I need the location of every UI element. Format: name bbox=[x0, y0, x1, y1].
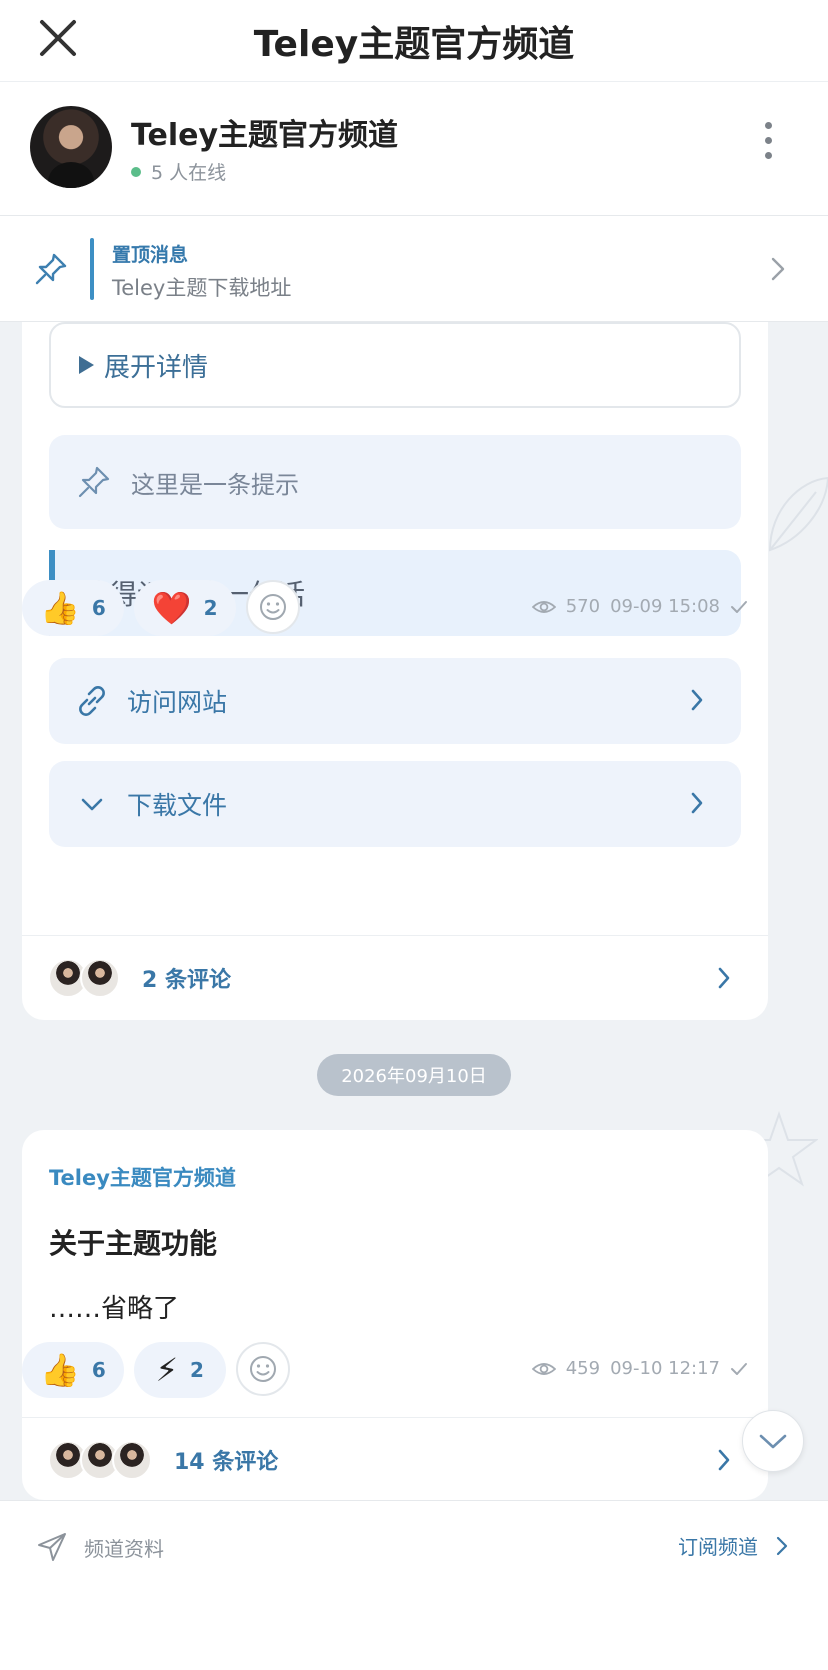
view-count: 570 bbox=[565, 596, 601, 617]
reaction-thumbs-up[interactable]: 👍 6 bbox=[22, 1342, 124, 1398]
reaction-count: 6 bbox=[91, 596, 106, 620]
message-body: ……省略了 bbox=[49, 1294, 180, 1324]
heart-icon: ❤️ bbox=[151, 589, 192, 627]
message-time: 09-09 15:08 bbox=[610, 596, 720, 617]
thumbs-up-icon: 👍 bbox=[40, 1351, 80, 1389]
message-card: 展开详情 这里是一条提示 值得记录的一句话 访问网站 下载文件 bbox=[22, 280, 768, 1020]
pin-icon bbox=[35, 253, 67, 285]
chevron-right-icon bbox=[691, 689, 703, 711]
visit-website-button[interactable]: 访问网站 bbox=[49, 658, 741, 744]
reaction-lightning[interactable]: ⚡ 2 bbox=[133, 1342, 226, 1398]
chevron-down-icon bbox=[759, 1434, 787, 1449]
view-count: 459 bbox=[565, 1358, 601, 1379]
expand-details-label: 展开详情 bbox=[104, 352, 209, 383]
comments-row[interactable]: 14 条评论 bbox=[22, 1418, 768, 1502]
chevron-right-icon bbox=[691, 792, 703, 814]
smiley-icon bbox=[249, 1356, 276, 1382]
tip-box: 这里是一条提示 bbox=[49, 435, 741, 529]
download-file-button[interactable]: 下载文件 bbox=[49, 761, 741, 847]
avatar bbox=[112, 1440, 152, 1480]
expand-details-button[interactable]: 展开详情 bbox=[49, 322, 741, 408]
thumbs-up-icon: 👍 bbox=[40, 589, 80, 627]
add-reaction-button[interactable] bbox=[235, 1342, 290, 1396]
background-leaf-icon bbox=[768, 476, 828, 552]
message-card: Teley主题官方频道 关于主题功能 ……省略了 14 条评论 bbox=[22, 1130, 768, 1500]
channel-avatar[interactable] bbox=[30, 106, 112, 188]
message-sender[interactable]: Teley主题官方频道 bbox=[49, 1162, 236, 1192]
reaction-count: 2 bbox=[203, 596, 218, 620]
online-status: 5 人在线 bbox=[131, 158, 226, 185]
page-title: Teley主题官方频道 bbox=[253, 23, 575, 65]
message-title: 关于主题功能 bbox=[49, 1227, 218, 1260]
channel-profile-button[interactable]: 频道资料 bbox=[36, 1531, 164, 1563]
pinned-text: Teley主题下载地址 bbox=[112, 276, 292, 300]
channel-profile-label: 频道资料 bbox=[84, 1536, 164, 1561]
link-icon bbox=[79, 686, 105, 716]
send-icon bbox=[38, 1533, 66, 1561]
subscribe-channel-button[interactable]: 订阅频道 bbox=[678, 1531, 788, 1560]
chevron-right-icon bbox=[718, 967, 730, 989]
message-time: 09-10 12:17 bbox=[610, 1358, 720, 1379]
online-dot-icon bbox=[131, 166, 141, 177]
commenter-avatars bbox=[48, 958, 120, 998]
download-file-label: 下载文件 bbox=[127, 791, 228, 820]
visit-website-label: 访问网站 bbox=[127, 688, 228, 717]
lightning-icon: ⚡ bbox=[155, 1351, 179, 1389]
chevron-right-icon bbox=[776, 1536, 788, 1555]
pinned-message-bar[interactable]: 置顶消息 Teley主题下载地址 bbox=[0, 216, 828, 322]
more-options-button[interactable] bbox=[758, 122, 778, 166]
avatar bbox=[80, 958, 120, 998]
tip-text: 这里是一条提示 bbox=[131, 470, 299, 499]
pinned-accent-bar bbox=[90, 238, 94, 300]
comments-row[interactable]: 2 条评论 bbox=[22, 936, 768, 1020]
online-count: 5 人在线 bbox=[151, 162, 227, 184]
pin-icon bbox=[78, 466, 110, 498]
reaction-heart[interactable]: ❤️ 2 bbox=[133, 580, 236, 636]
comments-count: 14 条评论 bbox=[174, 1450, 279, 1475]
check-icon bbox=[731, 1362, 747, 1375]
bottom-bar: 频道资料 订阅频道 bbox=[0, 1500, 828, 1670]
scroll-down-button[interactable] bbox=[742, 1410, 804, 1472]
top-bar: Teley主题官方频道 bbox=[0, 0, 828, 82]
message-meta: 459 09-10 12:17 bbox=[531, 1358, 748, 1379]
reaction-thumbs-up[interactable]: 👍 6 bbox=[22, 580, 124, 636]
eye-icon bbox=[531, 1362, 556, 1375]
add-reaction-button[interactable] bbox=[245, 580, 300, 634]
reactions-bar: 👍 6 ❤️ 2 bbox=[22, 580, 300, 636]
channel-name: Teley主题官方频道 bbox=[131, 118, 399, 153]
commenter-avatars bbox=[48, 1440, 152, 1480]
chevron-right-icon bbox=[771, 257, 785, 281]
date-separator: 2026年09月10日 bbox=[317, 1054, 511, 1096]
chevron-right-icon bbox=[718, 1449, 730, 1471]
subscribe-label: 订阅频道 bbox=[678, 1535, 758, 1559]
eye-icon bbox=[531, 600, 556, 613]
message-meta: 570 09-09 15:08 bbox=[531, 596, 748, 617]
check-icon bbox=[731, 600, 747, 613]
comments-count: 2 条评论 bbox=[142, 968, 231, 993]
smiley-icon bbox=[259, 594, 286, 620]
reaction-count: 6 bbox=[91, 1358, 106, 1382]
chevron-down-icon bbox=[81, 798, 103, 811]
close-icon[interactable] bbox=[36, 16, 80, 60]
reactions-bar: 👍 6 ⚡ 2 bbox=[22, 1342, 290, 1398]
reaction-count: 2 bbox=[190, 1358, 204, 1382]
channel-header[interactable]: Teley主题官方频道 5 人在线 bbox=[0, 82, 828, 216]
triangle-right-icon bbox=[79, 356, 94, 374]
pinned-label: 置顶消息 bbox=[112, 244, 189, 266]
